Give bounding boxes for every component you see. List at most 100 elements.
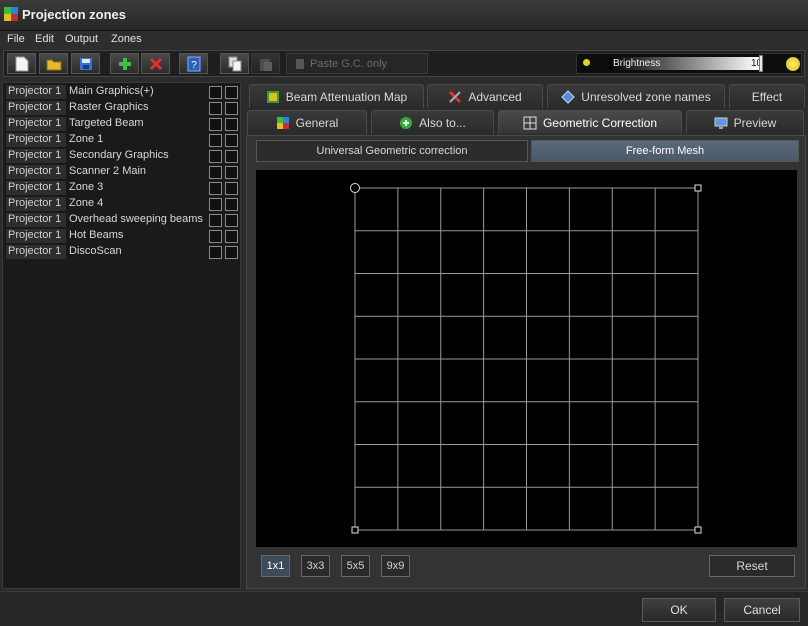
beam-map-icon (266, 90, 280, 104)
mesh-size-9x9-button[interactable]: 9x9 (381, 555, 410, 577)
zone-checkbox-a[interactable] (209, 182, 222, 195)
zone-checkbox-b[interactable] (225, 86, 238, 99)
zone-checkbox-b[interactable] (225, 246, 238, 259)
zone-projector: Projector 1 (6, 245, 66, 259)
tab-label: Advanced (468, 89, 522, 104)
menu-file[interactable]: File (7, 33, 25, 45)
tab-advanced[interactable]: Advanced (427, 84, 543, 108)
zone-row[interactable]: Projector 1 Targeted Beam (4, 115, 240, 131)
menu-output[interactable]: Output (65, 33, 98, 45)
mesh-corner-handle[interactable] (694, 184, 702, 192)
zone-checkbox-a[interactable] (209, 214, 222, 227)
zone-checkbox-b[interactable] (225, 182, 238, 195)
delete-icon (149, 57, 162, 70)
universal-geometric-correction-tab[interactable]: Universal Geometric correction (256, 140, 528, 162)
zone-projector: Projector 1 (6, 197, 66, 211)
zone-name: Zone 3 (69, 181, 104, 193)
tab-also-to[interactable]: Also to... (371, 110, 494, 134)
zone-checkbox-a[interactable] (209, 102, 222, 115)
tab-preview[interactable]: Preview (686, 110, 804, 134)
tab-beam-attenuation-map[interactable]: Beam Attenuation Map (249, 84, 424, 108)
grid-icon (523, 116, 537, 130)
zone-row[interactable]: Projector 1 Zone 3 (4, 179, 240, 195)
open-folder-button[interactable] (39, 53, 68, 74)
zone-checkbox-a[interactable] (209, 246, 222, 259)
tab-effect[interactable]: Effect (729, 84, 805, 108)
zone-row[interactable]: Projector 1 Secondary Graphics (4, 147, 240, 163)
copy-icon (228, 56, 241, 71)
ok-button[interactable]: OK (642, 598, 716, 622)
zone-row[interactable]: Projector 1 Main Graphics(+) (4, 83, 240, 99)
copy-button[interactable] (220, 53, 249, 74)
mesh-size-1x1-button[interactable]: 1x1 (261, 555, 290, 577)
free-form-mesh-tab[interactable]: Free-form Mesh (531, 140, 799, 162)
help-button[interactable]: ? (179, 53, 208, 74)
general-icon (276, 116, 290, 130)
tab-label: Preview (733, 115, 777, 130)
mesh-corner-handle[interactable] (694, 526, 702, 534)
save-button[interactable] (71, 53, 100, 74)
zone-name: Secondary Graphics (69, 149, 169, 161)
dim-sun-icon (583, 59, 590, 66)
zone-name: Raster Graphics (69, 101, 149, 113)
menu-zones[interactable]: Zones (111, 33, 142, 45)
zone-settings-panel: Beam Attenuation Map Advanced Unresolved z… (246, 82, 806, 589)
zone-checkbox-a[interactable] (209, 166, 222, 179)
zone-checkbox-b[interactable] (225, 214, 238, 227)
new-file-icon (15, 56, 28, 71)
reset-button[interactable]: Reset (709, 555, 795, 577)
menu-edit[interactable]: Edit (35, 33, 54, 45)
plus-circle-icon (399, 116, 413, 130)
zone-checkbox-a[interactable] (209, 118, 222, 131)
zone-checkbox-a[interactable] (209, 150, 222, 163)
delete-zone-button[interactable] (141, 53, 170, 74)
zone-checkbox-a[interactable] (209, 134, 222, 147)
new-file-button[interactable] (7, 53, 36, 74)
brightness-slider[interactable]: Brightness 100% (576, 53, 802, 74)
toolbar: ? Paste G.C. only Brightness 100% (3, 50, 805, 77)
zone-checkbox-b[interactable] (225, 102, 238, 115)
brightness-handle[interactable] (759, 55, 763, 72)
tab-label: Effect (751, 89, 783, 104)
zone-row[interactable]: Projector 1 Scanner 2 Main (4, 163, 240, 179)
zone-checkbox-a[interactable] (209, 198, 222, 211)
zone-row[interactable]: Projector 1 Zone 4 (4, 195, 240, 211)
paste-gc-only-button[interactable]: Paste G.C. only (286, 53, 428, 74)
mesh-corner-handle[interactable] (351, 526, 359, 534)
tools-icon (448, 90, 462, 104)
zone-projector: Projector 1 (6, 165, 66, 179)
zone-checkbox-b[interactable] (225, 230, 238, 243)
zone-row[interactable]: Projector 1 Zone 1 (4, 131, 240, 147)
zone-name: Overhead sweeping beams (69, 213, 203, 225)
mesh-canvas[interactable] (256, 170, 797, 547)
zone-checkbox-b[interactable] (225, 198, 238, 211)
mesh-grid[interactable] (256, 170, 797, 547)
mesh-size-5x5-button[interactable]: 5x5 (341, 555, 370, 577)
zone-list[interactable]: Projector 1 Main Graphics(+) Projector 1 Ra… (2, 82, 241, 589)
zone-row[interactable]: Projector 1 Overhead sweeping beams (4, 211, 240, 227)
zone-row[interactable]: Projector 1 Raster Graphics (4, 99, 240, 115)
geometric-correction-content: Universal Geometric correction Free-form… (246, 135, 806, 589)
tab-general[interactable]: General (247, 110, 367, 134)
zone-checkbox-a[interactable] (209, 86, 222, 99)
add-zone-button[interactable] (110, 53, 139, 74)
mesh-selected-handle[interactable] (350, 183, 360, 193)
zone-projector: Projector 1 (6, 117, 66, 131)
add-icon (118, 57, 131, 70)
zone-projector: Projector 1 (6, 213, 66, 227)
zone-checkbox-b[interactable] (225, 134, 238, 147)
mesh-size-3x3-button[interactable]: 3x3 (301, 555, 330, 577)
tab-geometric-correction[interactable]: Geometric Correction (498, 110, 682, 134)
zone-row[interactable]: Projector 1 DiscoScan (4, 243, 240, 259)
zone-checkbox-b[interactable] (225, 118, 238, 131)
paste-icon (259, 58, 272, 71)
paste-button[interactable] (251, 53, 280, 74)
zone-checkbox-a[interactable] (209, 230, 222, 243)
tab-unresolved-zone-names[interactable]: Unresolved zone names (547, 84, 725, 108)
zone-checkbox-b[interactable] (225, 150, 238, 163)
cancel-button[interactable]: Cancel (724, 598, 800, 622)
paste-gc-label: Paste G.C. only (310, 57, 388, 70)
menu-bar: File Edit Output Zones (0, 31, 808, 49)
zone-checkbox-b[interactable] (225, 166, 238, 179)
zone-row[interactable]: Projector 1 Hot Beams (4, 227, 240, 243)
